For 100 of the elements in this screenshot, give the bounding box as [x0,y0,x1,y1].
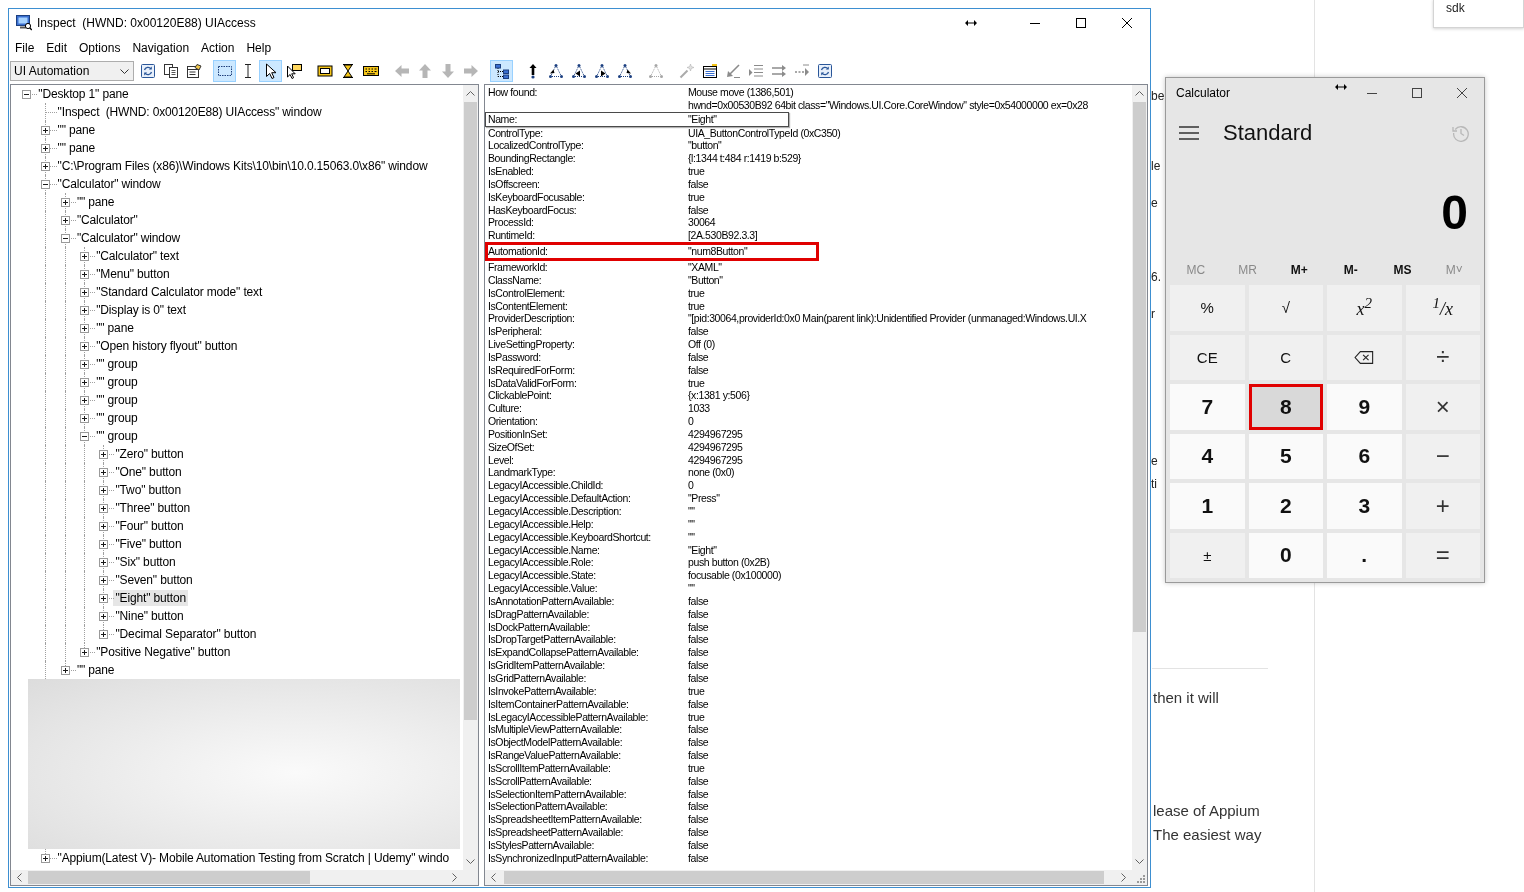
tree-item[interactable]: "" group [74,391,140,409]
tree-item[interactable]: "Five" button [94,535,184,553]
calculator-key[interactable]: + [1405,483,1480,529]
tree-item[interactable]: "Positive Negative" button [74,643,233,661]
memory-button[interactable]: M+ [1273,258,1325,282]
expand-icon[interactable] [79,269,89,279]
expand-icon[interactable] [60,215,70,225]
calculator-key[interactable]: − [1405,433,1480,479]
tree-item[interactable]: "Display is 0" text [74,301,188,319]
tree-item[interactable]: "One" button [94,463,184,481]
expand-icon[interactable] [99,629,109,639]
expand-icon[interactable] [79,251,89,261]
tree-item[interactable]: "" group [74,373,140,391]
expand-icon[interactable] [79,377,89,387]
expand-icon[interactable] [99,575,109,585]
collapse-icon[interactable] [79,431,89,441]
expand-icon[interactable] [41,853,51,863]
horizontal-scrollbar[interactable] [11,870,463,885]
tree-item[interactable]: "Open history flyout" button [74,337,240,355]
expand-icon[interactable] [99,485,109,495]
expand-icon[interactable] [41,125,51,135]
calculator-key[interactable]: ± [1170,532,1245,578]
menu-item[interactable]: File [9,38,41,57]
expand-icon[interactable] [60,665,70,675]
calculator-key[interactable]: 3 [1327,483,1402,529]
scrollbar-thumb[interactable] [1133,102,1146,632]
calculator-key[interactable]: 6 [1327,433,1402,479]
scrollbar-thumb[interactable] [504,871,1104,884]
tree-item[interactable]: "Menu" button [74,265,172,283]
tree-item[interactable]: "Standard Calculator mode" text [74,283,265,301]
calculator-key[interactable]: % [1170,285,1245,331]
resize-grip-icon[interactable] [1136,874,1145,883]
tree-item[interactable]: "" pane [74,319,136,337]
expand-icon[interactable] [79,647,89,657]
expand-icon[interactable] [79,413,89,423]
expand-icon[interactable] [41,143,51,153]
calculator-key[interactable]: × [1405,384,1480,430]
collapse-icon[interactable] [22,89,31,99]
calculator-key[interactable]: x$^{2}$ [1327,285,1402,331]
tree-item[interactable]: "Calculator" window [36,175,163,193]
calculator-key[interactable]: 0 [1248,532,1323,578]
expand-icon[interactable] [99,521,109,531]
tree-item[interactable]: "Zero" button [94,445,186,463]
tree-item[interactable]: "" pane [55,193,117,211]
calculator-key[interactable]: 4 [1170,433,1245,479]
memory-button[interactable]: MS [1376,258,1429,282]
toolbar-button[interactable] [259,60,282,82]
tree-item[interactable]: "Four" button [94,517,186,535]
toolbar-button[interactable] [213,60,236,82]
tree-item[interactable]: "Calculator" [55,211,140,229]
calculator-key[interactable]: . [1327,532,1402,578]
tree-item[interactable]: "Three" button [94,499,192,517]
expand-icon[interactable] [79,341,89,351]
calculator-key[interactable]: 7 [1170,384,1245,430]
expand-icon[interactable] [99,593,109,603]
tree-item[interactable]: "Two" button [94,481,183,499]
expand-icon[interactable] [79,395,89,405]
expand-icon[interactable] [99,539,109,549]
scrollbar-thumb[interactable] [464,102,477,720]
calculator-key[interactable]: $^{1}$/x [1405,285,1480,331]
menu-item[interactable]: Help [240,38,278,57]
tree-item[interactable]: "Decimal Separator" button [94,625,259,643]
tree-item[interactable]: "" group [74,427,140,445]
tree-item[interactable]: "Calculator" text [74,247,181,265]
vertical-scrollbar[interactable] [463,85,478,870]
calculator-key[interactable]: 5 [1248,433,1323,479]
tree-item[interactable]: "" group [74,355,140,373]
tree-item[interactable]: "" pane [36,121,98,139]
vertical-scrollbar[interactable] [1132,85,1147,870]
expand-icon[interactable] [60,197,70,207]
expand-icon[interactable] [41,161,51,171]
tree-item[interactable]: "" group [74,409,140,427]
expand-icon[interactable] [79,359,89,369]
horizontal-scrollbar[interactable] [485,870,1132,885]
calculator-key[interactable]: C [1248,334,1323,380]
calculator-key[interactable]: 2 [1248,483,1323,529]
collapse-icon[interactable] [41,179,51,189]
menu-item[interactable]: Options [73,38,127,57]
tree-item[interactable]: "Seven" button [94,571,195,589]
expand-icon[interactable] [99,611,109,621]
menu-item[interactable]: Edit [40,38,74,57]
expand-icon[interactable] [99,449,109,459]
collapse-icon[interactable] [60,233,70,243]
expand-icon[interactable] [99,557,109,567]
scrollbar-thumb[interactable] [28,871,310,884]
calculator-key[interactable] [1327,334,1402,380]
calculator-key[interactable]: CE [1170,334,1245,380]
memory-button[interactable]: M- [1325,258,1377,282]
mode-dropdown[interactable]: UI Automation [10,61,134,81]
expand-icon[interactable] [79,305,89,315]
calculator-key[interactable]: ÷ [1405,334,1480,380]
expand-icon[interactable] [99,503,109,513]
tree-item[interactable]: "Calculator" window [55,229,182,247]
calculator-key[interactable]: 9 [1327,384,1402,430]
expand-icon[interactable] [99,467,109,477]
tree-item[interactable]: "Nine" button [94,607,186,625]
tree-item[interactable]: "" pane [55,661,117,679]
calculator-key[interactable]: 8 [1248,384,1323,430]
suggestion-item[interactable]: sdk [1433,0,1524,28]
tree-item[interactable]: "Appium(Latest V)- Mobile Automation Testing from Scratch | Udemy" windo [36,849,452,867]
